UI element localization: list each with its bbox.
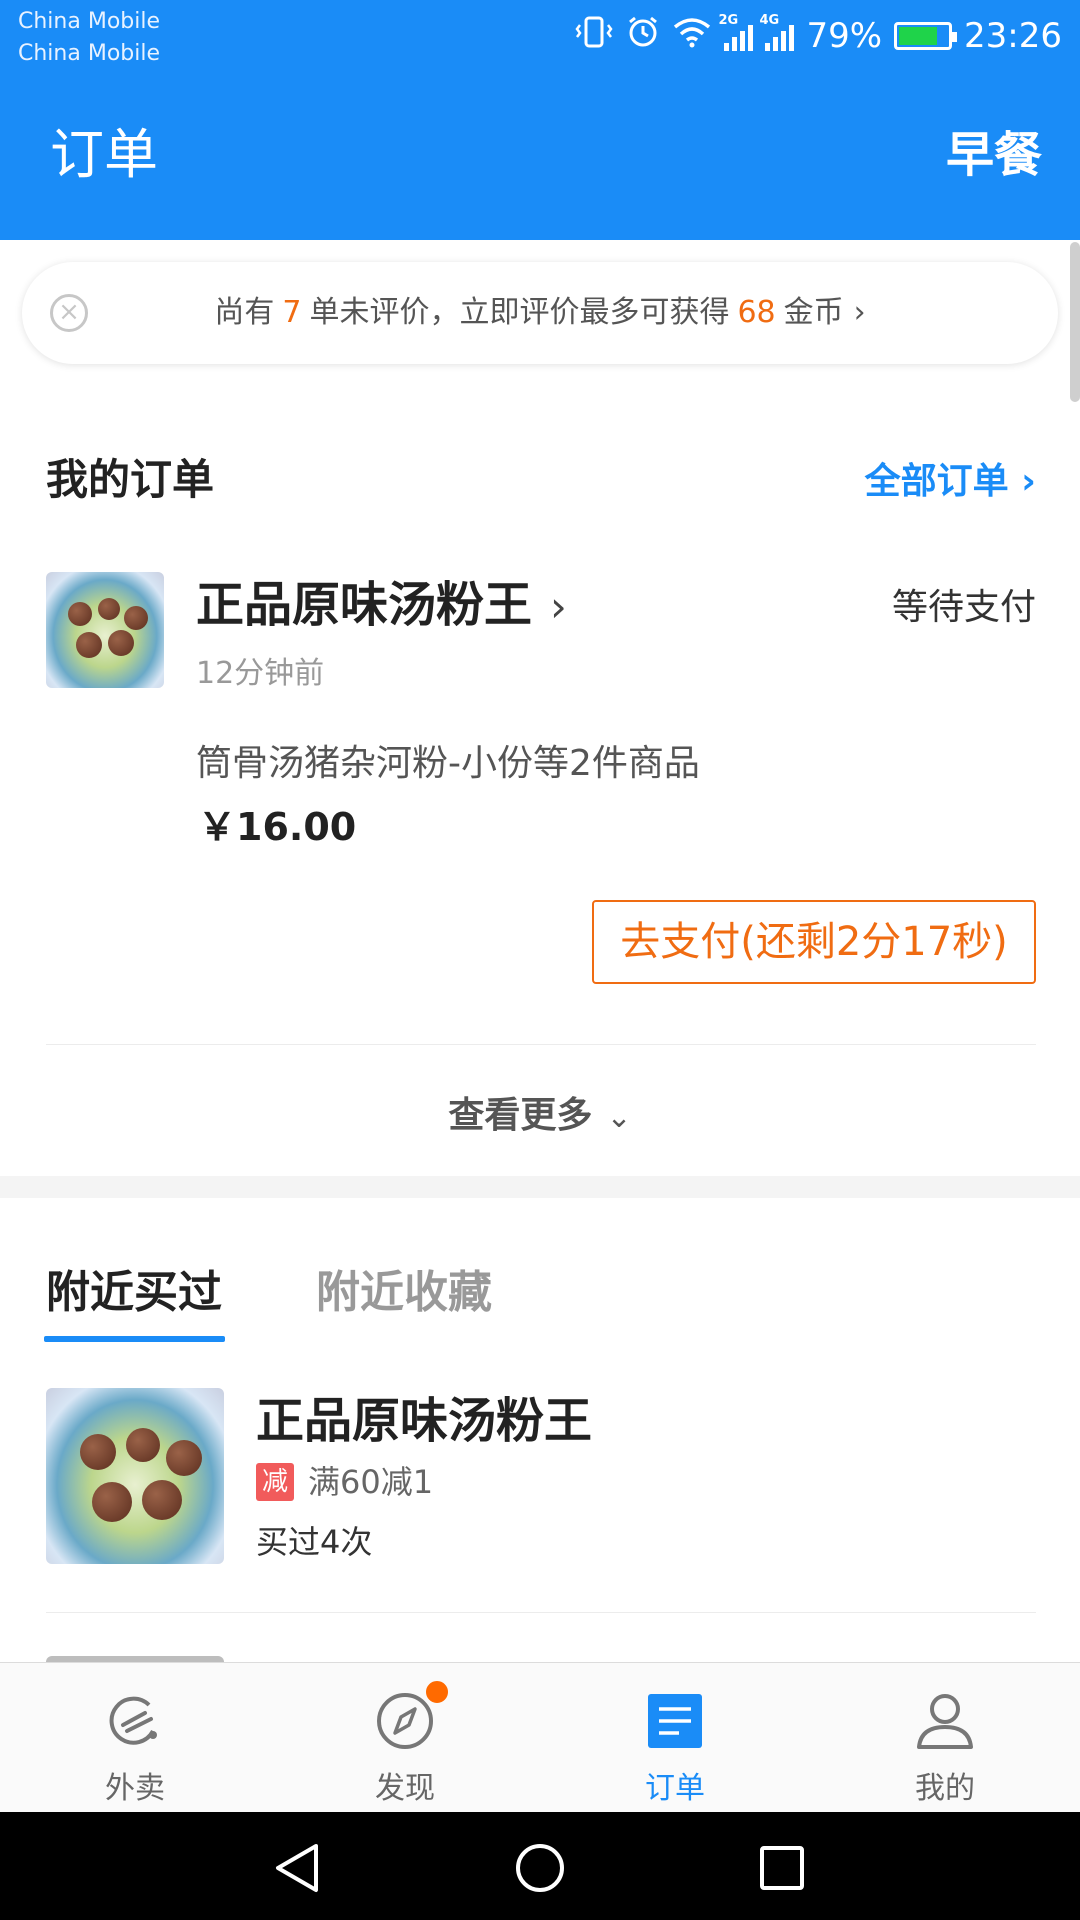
section-separator [0,1176,1080,1198]
promo-text: 满60减1 [308,1463,434,1501]
status-bar: China Mobile China Mobile 2G 4G 79% 23:2… [0,0,1080,72]
system-navigation-bar [0,1812,1080,1920]
order-status: 等待支付 [891,587,1036,628]
all-orders-link[interactable]: 全部订单 › [865,452,1036,504]
nav-label: 外卖 [105,1771,165,1806]
user-icon [917,1694,973,1749]
scrollbar[interactable] [1070,242,1080,402]
home-icon[interactable] [514,1842,566,1894]
coin-amount: 68 [737,295,776,330]
chevron-right-icon: › [550,582,567,631]
see-more-button[interactable]: 查看更多 ⌄ [0,1086,1080,1138]
nav-label: 我的 [915,1771,975,1806]
carrier-1: China Mobile [18,9,161,34]
clock: 23:26 [964,16,1062,56]
vibrate-icon [574,15,614,58]
divider [46,1612,1036,1613]
nearby-shop-image[interactable] [46,1388,224,1564]
order-time: 12分钟前 [196,656,325,691]
battery-icon [894,22,958,50]
recent-apps-icon[interactable] [756,1842,808,1894]
order-price: ￥16.00 [198,805,357,849]
signal-2g-icon: 2G [718,13,754,51]
review-reminder-banner[interactable]: × 尚有 7 单未评价，立即评价最多可获得 68 金币 › [22,262,1058,364]
tab-nearby-favorites[interactable]: 附近收藏 [316,1256,492,1320]
nav-label: 订单 [645,1771,705,1806]
battery-percent: 79% [806,16,883,56]
signal-4g-icon: 4G [759,13,795,51]
order-items-summary[interactable]: 筒骨汤猪杂河粉-小份等2件商品 [196,734,700,786]
nav-item-discover[interactable]: 发现 [270,1663,540,1813]
nearby-shop-name[interactable]: 正品原味汤粉王 [256,1386,592,1456]
nav-item-takeout[interactable]: 外卖 [0,1663,270,1813]
carrier-info: China Mobile China Mobile [18,6,160,70]
status-icons: 2G 4G 79% 23:26 [574,0,1062,72]
carrier-2: China Mobile [18,41,161,66]
title-bar: 订单 早餐 [0,72,1080,240]
unreviewed-count: 7 [282,295,302,330]
order-shop-image[interactable] [46,572,164,688]
my-orders-heading: 我的订单 [46,455,215,504]
notification-dot [424,1679,450,1705]
meal-filter-button[interactable]: 早餐 [946,120,1042,190]
divider [46,1044,1036,1045]
chevron-down-icon: ⌄ [606,1100,632,1135]
back-icon[interactable] [272,1842,324,1894]
active-tab-indicator [44,1336,225,1342]
discount-badge: 减 [256,1463,294,1501]
takeout-icon [109,1696,157,1745]
nav-label: 发现 [375,1771,435,1806]
tab-nearby-bought[interactable]: 附近买过 [46,1256,222,1320]
order-shop-name[interactable]: 正品原味汤粉王 › [196,570,567,642]
pay-now-button[interactable]: 去支付(还剩2分17秒) [592,900,1036,984]
bottom-navigation: 外卖 发现 订单 我的 [0,1662,1080,1812]
order-list-icon [648,1694,702,1748]
bought-count: 买过4次 [256,1523,373,1561]
food-photo [46,1388,224,1564]
nav-item-orders[interactable]: 订单 [540,1663,810,1813]
alarm-icon [626,15,660,58]
page-title: 订单 [50,123,158,186]
review-reminder-text: 尚有 7 单未评价，立即评价最多可获得 68 金币 › [214,295,866,330]
chevron-right-icon: › [853,295,866,330]
wifi-icon [672,16,712,57]
nav-item-profile[interactable]: 我的 [810,1663,1080,1813]
food-photo [46,572,164,688]
